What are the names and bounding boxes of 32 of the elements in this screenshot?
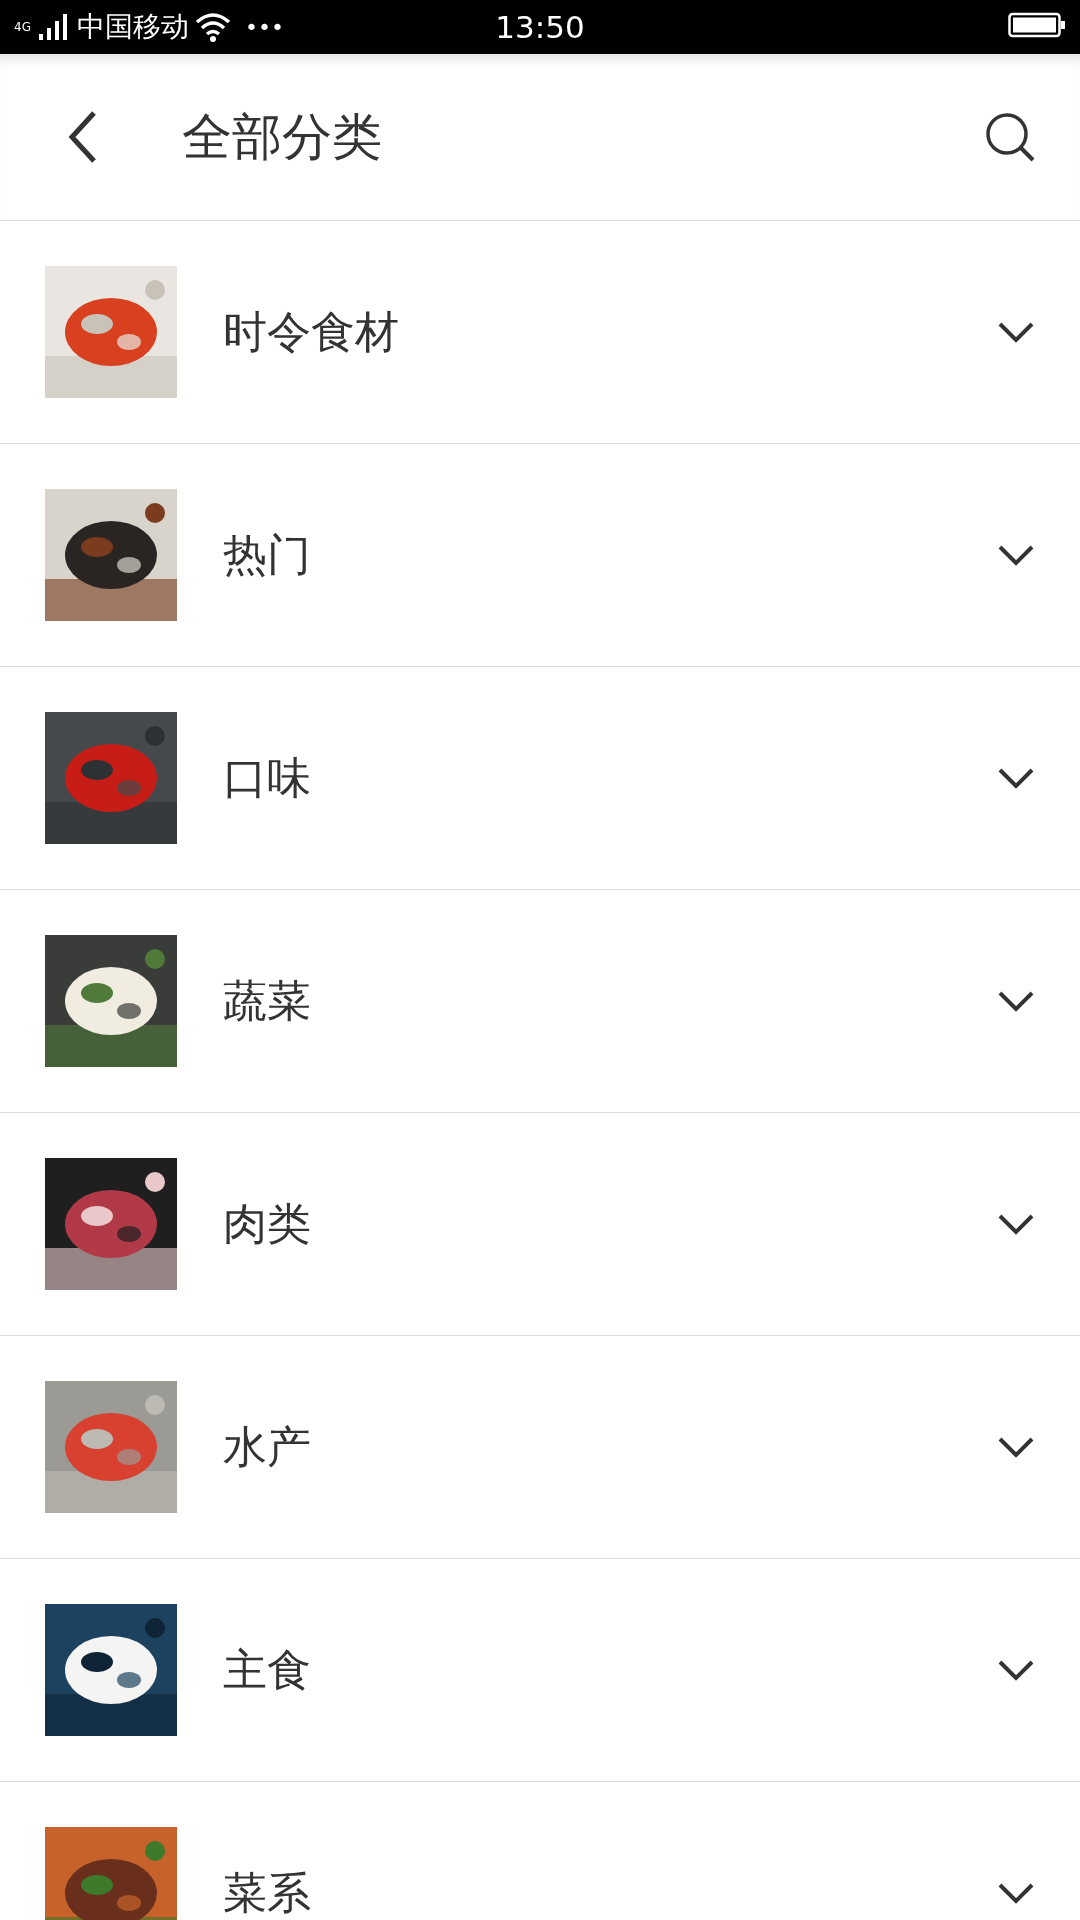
category-label: 热门	[223, 527, 311, 582]
category-label: 肉类	[223, 1196, 311, 1251]
chevron-down-icon[interactable]	[996, 1212, 1036, 1236]
category-row[interactable]: 菜系	[0, 1782, 1080, 1920]
category-row[interactable]: 热门	[0, 444, 1080, 667]
category-row[interactable]: 肉类	[0, 1113, 1080, 1336]
more-dots: •••	[244, 14, 284, 40]
clock-time: 13:50	[495, 9, 585, 45]
category-row[interactable]: 口味	[0, 667, 1080, 890]
chevron-down-icon[interactable]	[996, 320, 1036, 344]
category-label: 菜系	[223, 1865, 311, 1920]
battery-icon	[1008, 11, 1066, 39]
category-label: 主食	[223, 1642, 311, 1697]
search-icon[interactable]	[984, 111, 1036, 163]
chevron-down-icon[interactable]	[996, 1435, 1036, 1459]
category-label: 口味	[223, 750, 311, 805]
chevron-down-icon[interactable]	[996, 1881, 1036, 1905]
category-label: 蔬菜	[223, 973, 311, 1028]
category-row[interactable]: 蔬菜	[0, 890, 1080, 1113]
category-label: 水产	[223, 1419, 311, 1474]
network-label: 4G	[14, 20, 31, 34]
page-title: 全部分类	[182, 106, 382, 168]
category-row[interactable]: 水产	[0, 1336, 1080, 1559]
category-row[interactable]: 主食	[0, 1559, 1080, 1782]
category-label: 时令食材	[223, 304, 399, 359]
wifi-icon	[194, 12, 231, 42]
category-row[interactable]: 时令食材	[0, 221, 1080, 444]
chevron-down-icon[interactable]	[996, 766, 1036, 790]
chevron-down-icon[interactable]	[996, 1658, 1036, 1682]
chevron-down-icon[interactable]	[996, 989, 1036, 1013]
carrier-name: 中国移动	[76, 9, 189, 45]
chevron-down-icon[interactable]	[996, 543, 1036, 567]
